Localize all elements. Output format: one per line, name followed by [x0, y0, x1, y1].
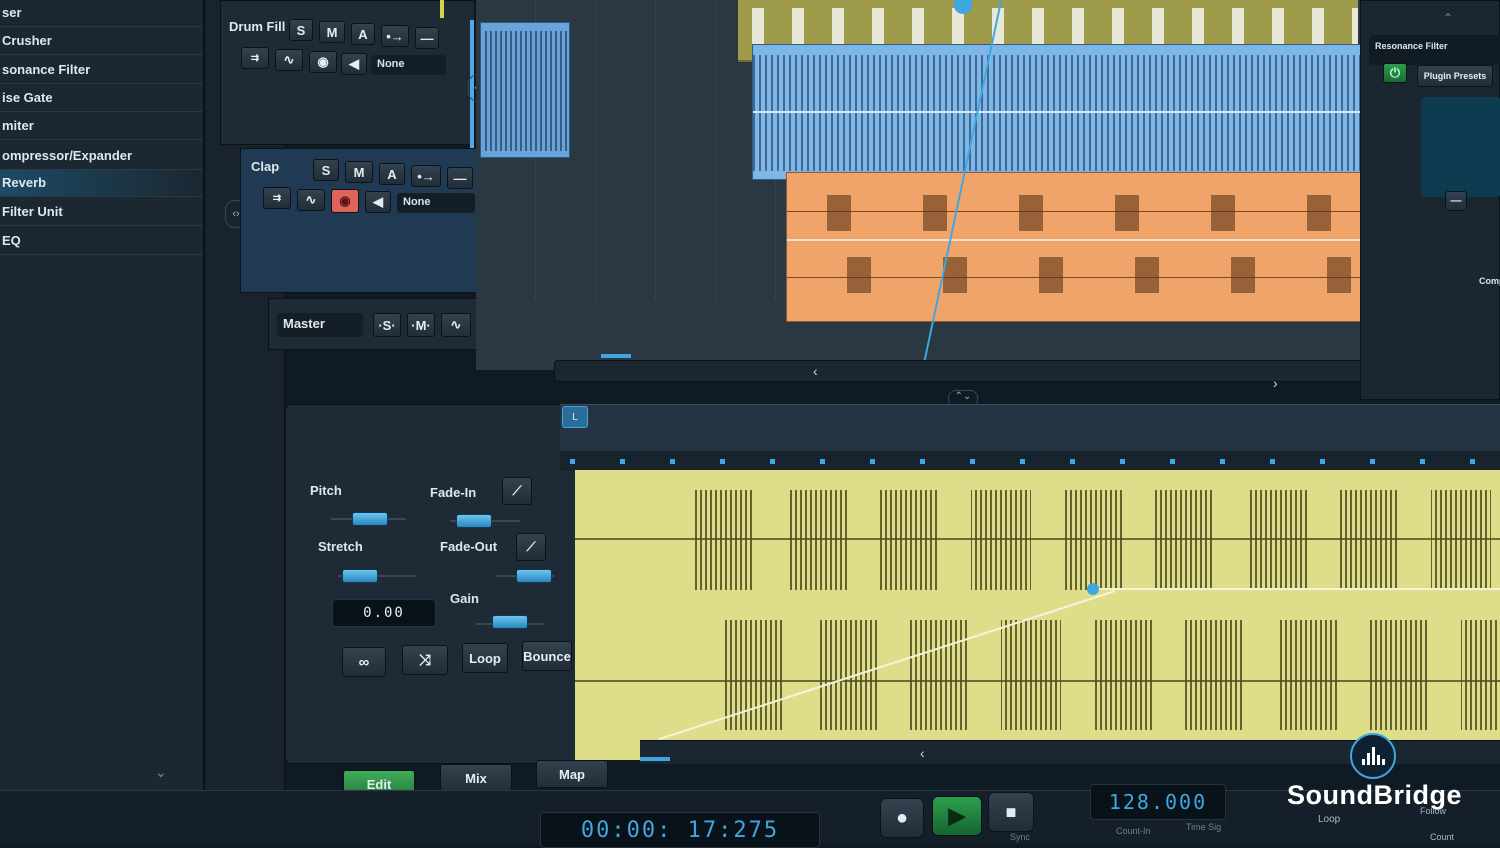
- track-name[interactable]: Master: [277, 313, 363, 337]
- audio-clip-drum-fill[interactable]: [480, 22, 570, 158]
- link-icon[interactable]: ∞: [342, 647, 386, 677]
- record-arm-icon[interactable]: ◉: [309, 51, 337, 73]
- editor-ruler[interactable]: [560, 404, 1500, 471]
- plugin-graph: [1421, 97, 1500, 197]
- route-select[interactable]: None: [397, 193, 475, 213]
- input-icon[interactable]: ⇉: [263, 187, 291, 209]
- routing-icon[interactable]: •→: [381, 25, 409, 47]
- minimize-icon[interactable]: —: [447, 167, 473, 189]
- audio-clip-clap[interactable]: [786, 172, 1450, 322]
- mute-button[interactable]: M: [345, 161, 373, 183]
- scroll-right-icon[interactable]: ›: [1273, 375, 1285, 391]
- mute-button[interactable]: M: [319, 21, 345, 43]
- plus-icon[interactable]: —: [1445, 191, 1467, 211]
- play-icon[interactable]: ▶: [932, 796, 982, 836]
- curve-icon[interactable]: ∿: [441, 313, 471, 337]
- effect-item[interactable]: Crusher: [0, 28, 202, 55]
- curve-icon[interactable]: ∿: [275, 49, 303, 71]
- curve-icon[interactable]: ∿: [297, 189, 325, 211]
- plugin-title: Resonance Filter: [1375, 41, 1448, 51]
- solo-button[interactable]: ·S·: [373, 313, 401, 337]
- shuffle-icon[interactable]: ⤨: [402, 645, 448, 675]
- gain-envelope-line[interactable]: [1093, 588, 1500, 590]
- speaker-icon[interactable]: ◀: [341, 53, 367, 75]
- scroll-position-marker: [640, 757, 670, 761]
- mute-button[interactable]: ·M·: [407, 313, 435, 337]
- power-icon[interactable]: ⏻: [1383, 63, 1407, 83]
- plugin-panel: Resonance Filter ⏻ Plugin Presets — ⌃ Co…: [1360, 0, 1500, 400]
- effect-item[interactable]: Filter Unit: [0, 199, 202, 226]
- effect-item[interactable]: sonance Filter: [0, 57, 202, 84]
- tab-map[interactable]: Map: [536, 760, 608, 788]
- pitch-label: Pitch: [310, 483, 342, 498]
- effect-item[interactable]: ser: [0, 0, 202, 27]
- count-in-label: Count-In: [1116, 826, 1151, 836]
- track-name[interactable]: Clap: [251, 159, 279, 174]
- effect-item[interactable]: EQ: [0, 228, 202, 255]
- plugin-comp-tab[interactable]: Comp: [1479, 276, 1500, 286]
- solo-button[interactable]: S: [313, 159, 339, 181]
- automation-button[interactable]: A: [379, 163, 405, 185]
- clip-editor-panel: Pitch Stretch 0.00 Fade-In ⟋ Fade-Out ⟋ …: [285, 404, 597, 764]
- scroll-left-icon[interactable]: ‹: [813, 363, 825, 379]
- time-sig-label: Time Sig: [1186, 822, 1222, 832]
- effect-item-selected[interactable]: Reverb: [0, 170, 202, 197]
- fade-out-slider[interactable]: [516, 569, 552, 583]
- plugin-presets-button[interactable]: Plugin Presets: [1417, 65, 1493, 87]
- track-header-drum-fill: Drum Fill S M A •→ — ⇉ ∿ ◉ ◀ None: [220, 0, 475, 145]
- fade-out-curve-button[interactable]: ⟋: [516, 533, 546, 561]
- loop-start-marker[interactable]: L: [562, 406, 588, 428]
- stop-icon[interactable]: ■: [988, 792, 1034, 832]
- gain-slider[interactable]: [492, 615, 528, 629]
- sync-label: Sync: [1010, 832, 1031, 842]
- tempo-display[interactable]: 128.000: [1090, 784, 1226, 820]
- automation-button[interactable]: A: [351, 23, 375, 45]
- bounce-button[interactable]: Bounce: [522, 641, 572, 671]
- fade-in-curve-button[interactable]: ⟋: [502, 477, 532, 505]
- effect-item[interactable]: ise Gate: [0, 85, 202, 112]
- tab-mix[interactable]: Mix: [440, 764, 512, 792]
- chevron-up-icon[interactable]: ⌃: [1443, 11, 1457, 25]
- scroll-left-icon[interactable]: ‹: [920, 745, 932, 761]
- stretch-slider[interactable]: [342, 569, 378, 583]
- record-icon[interactable]: ●: [880, 798, 924, 838]
- value-display[interactable]: 0.00: [332, 599, 436, 627]
- fade-in-label: Fade-In: [430, 485, 477, 500]
- minimize-icon[interactable]: —: [415, 27, 439, 49]
- brand-logo-icon: [1350, 733, 1396, 779]
- stretch-label: Stretch: [318, 539, 363, 554]
- time-display[interactable]: 00:00: 17:275: [540, 812, 820, 848]
- track-color-strip: [440, 0, 444, 18]
- route-select[interactable]: None: [371, 55, 446, 75]
- gain-label: Gain: [450, 591, 479, 606]
- fade-in-slider[interactable]: [456, 514, 492, 528]
- fade-out-label: Fade-Out: [440, 539, 498, 554]
- effect-item[interactable]: ompressor/Expander: [0, 143, 202, 170]
- input-icon[interactable]: ⇉: [241, 47, 269, 69]
- record-arm-icon[interactable]: ◉: [331, 189, 359, 213]
- effects-sidebar: ser Crusher sonance Filter ise Gate mite…: [0, 0, 205, 844]
- scroll-right-icon[interactable]: ›: [1410, 727, 1422, 743]
- editor-audio-clip[interactable]: [575, 470, 1500, 760]
- routing-icon[interactable]: •→: [411, 165, 441, 187]
- count-label: Count: [1430, 832, 1455, 842]
- loop-button[interactable]: Loop: [462, 643, 508, 673]
- envelope-point[interactable]: [1087, 583, 1099, 595]
- effect-item[interactable]: miter: [0, 113, 202, 140]
- brand-logo-text: SoundBridge: [1287, 780, 1462, 810]
- horizontal-scrollbar[interactable]: ‹ ›: [554, 360, 1474, 391]
- scroll-position-marker: [601, 354, 631, 358]
- speaker-icon[interactable]: ◀: [365, 191, 391, 213]
- track-name[interactable]: Drum Fill: [229, 19, 285, 34]
- loop-toggle[interactable]: Loop: [1314, 814, 1384, 830]
- track-header-clap: Clap S M A •→ — ⇉ ∿ ◉ ◀ None: [240, 148, 502, 293]
- solo-button[interactable]: S: [289, 19, 313, 41]
- audio-clip-drum-fill[interactable]: [752, 44, 1382, 180]
- pitch-slider[interactable]: [352, 512, 388, 526]
- chevron-down-icon[interactable]: ⌄: [155, 764, 175, 780]
